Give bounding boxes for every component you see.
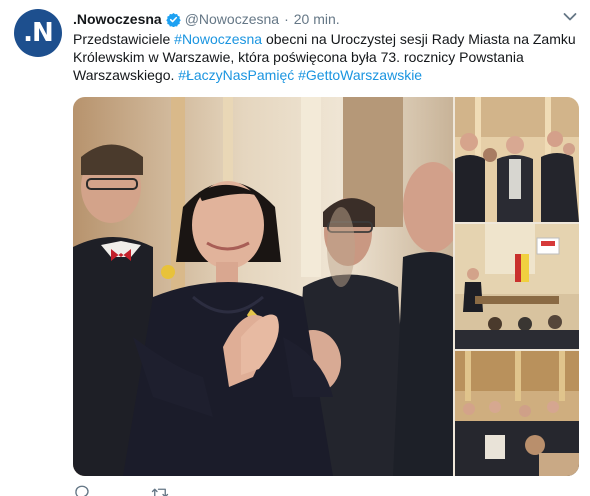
- avatar[interactable]: .N: [14, 9, 62, 57]
- display-name[interactable]: .Nowoczesna: [73, 11, 162, 27]
- reply-icon[interactable]: [73, 484, 91, 496]
- chevron-down-icon[interactable]: [563, 12, 577, 22]
- hashtag-link[interactable]: #Nowoczesna: [174, 31, 262, 47]
- tweet-header: .Nowoczesna @Nowoczesna · 20 min.: [73, 9, 340, 29]
- side-photo-3-image: [455, 351, 579, 476]
- side-photo-2-image: [455, 224, 579, 349]
- side-photo-1[interactable]: [455, 97, 579, 222]
- tweet-actions: [73, 484, 169, 496]
- tweet-text-segment: Przedstawiciele: [73, 31, 175, 47]
- avatar-logo-text: .N: [23, 18, 54, 48]
- separator-dot: ·: [284, 11, 289, 27]
- main-photo[interactable]: [73, 97, 453, 476]
- handle[interactable]: @Nowoczesna: [185, 11, 279, 27]
- hashtag-link[interactable]: #GettoWarszawskie: [298, 67, 422, 83]
- verified-badge-icon: [165, 12, 181, 27]
- hashtag-link[interactable]: #ŁaczyNasPamięć: [178, 67, 294, 83]
- side-photo-1-image: [455, 97, 579, 222]
- tweet-text: Przedstawiciele #Nowoczesna obecni na Ur…: [73, 30, 578, 84]
- retweet-icon[interactable]: [151, 484, 169, 496]
- side-photo-3[interactable]: [455, 351, 579, 476]
- media-grid: [73, 97, 579, 476]
- side-photo-2[interactable]: [455, 224, 579, 349]
- main-photo-image: [73, 97, 453, 476]
- timestamp[interactable]: 20 min.: [294, 11, 340, 27]
- tweet[interactable]: .N .Nowoczesna @Nowoczesna · 20 min. Prz…: [0, 0, 590, 496]
